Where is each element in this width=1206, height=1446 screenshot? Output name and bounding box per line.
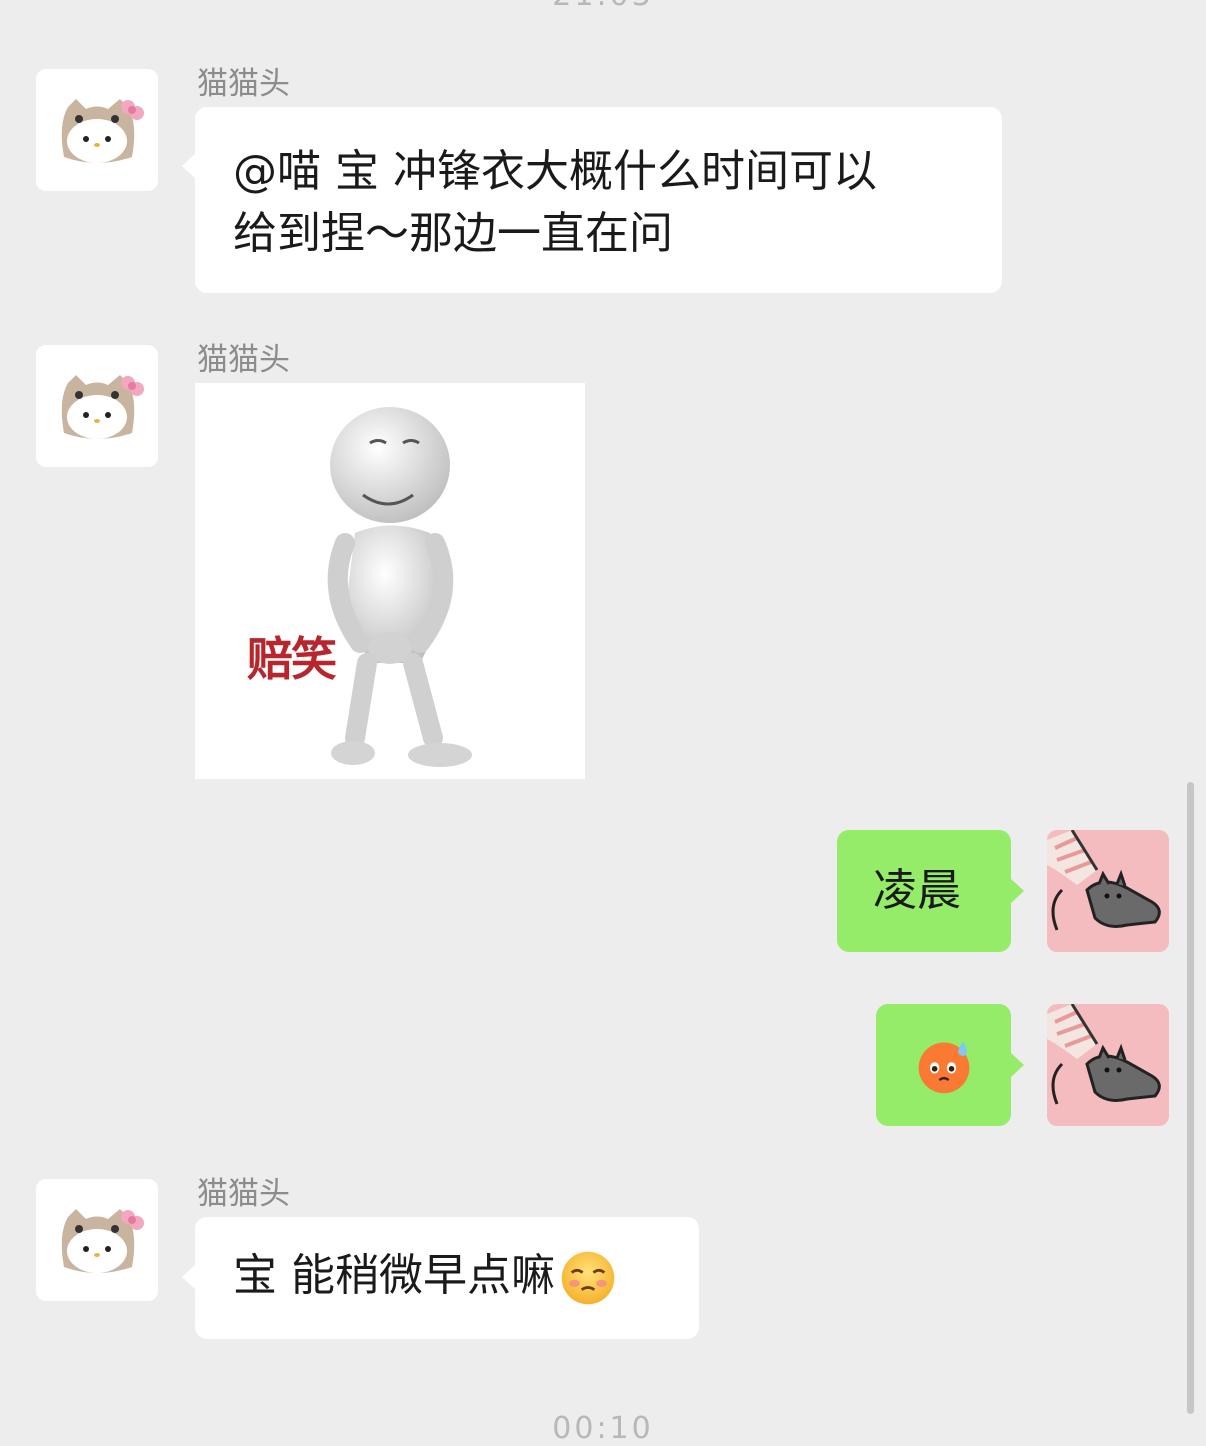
message-bubble[interactable]: 凌晨: [837, 830, 1011, 952]
sticker-image[interactable]: 赔笑: [195, 383, 585, 779]
self-avatar[interactable]: [1047, 830, 1169, 952]
contact-avatar[interactable]: [36, 69, 158, 191]
cat-paw-avatar-icon: [1047, 830, 1169, 952]
timestamp-top: 21:03: [0, 0, 1206, 13]
bubble-tail: [182, 1265, 195, 1289]
message-bubble[interactable]: @喵 宝 冲锋衣大概什么时间可以 给到捏～那边一直在问: [195, 107, 1002, 293]
contact-avatar[interactable]: [36, 345, 158, 467]
cat-kitty-avatar-icon: [36, 1179, 158, 1301]
self-avatar[interactable]: [1047, 1004, 1169, 1126]
bubble-tail: [1011, 879, 1024, 903]
message-text-line: @喵 宝 冲锋衣大概什么时间可以: [233, 146, 877, 197]
scrollbar[interactable]: [1187, 782, 1194, 1414]
message-text: 凌晨: [873, 865, 961, 916]
message-bubble[interactable]: 宝 能稍微早点嘛: [195, 1217, 699, 1339]
cat-kitty-avatar-icon: [36, 345, 158, 467]
bubble-tail: [1011, 1053, 1024, 1077]
pleading-face-emoji-icon: [561, 1251, 615, 1305]
smiling-figure-sticker-icon: [195, 383, 585, 779]
cat-kitty-avatar-icon: [36, 69, 158, 191]
sender-name: 猫猫头: [197, 342, 290, 378]
sweat-face-emoji-icon: [918, 1041, 970, 1094]
message-text: 宝 能稍微早点嘛: [233, 1250, 555, 1301]
message-text-line: 给到捏～那边一直在问: [233, 208, 673, 259]
bubble-tail: [182, 154, 195, 178]
sticker-caption: 赔笑: [247, 632, 337, 686]
message-bubble[interactable]: [876, 1004, 1011, 1126]
sender-name: 猫猫头: [197, 66, 290, 102]
sender-name: 猫猫头: [197, 1176, 290, 1212]
contact-avatar[interactable]: [36, 1179, 158, 1301]
cat-paw-avatar-icon: [1047, 1004, 1169, 1126]
